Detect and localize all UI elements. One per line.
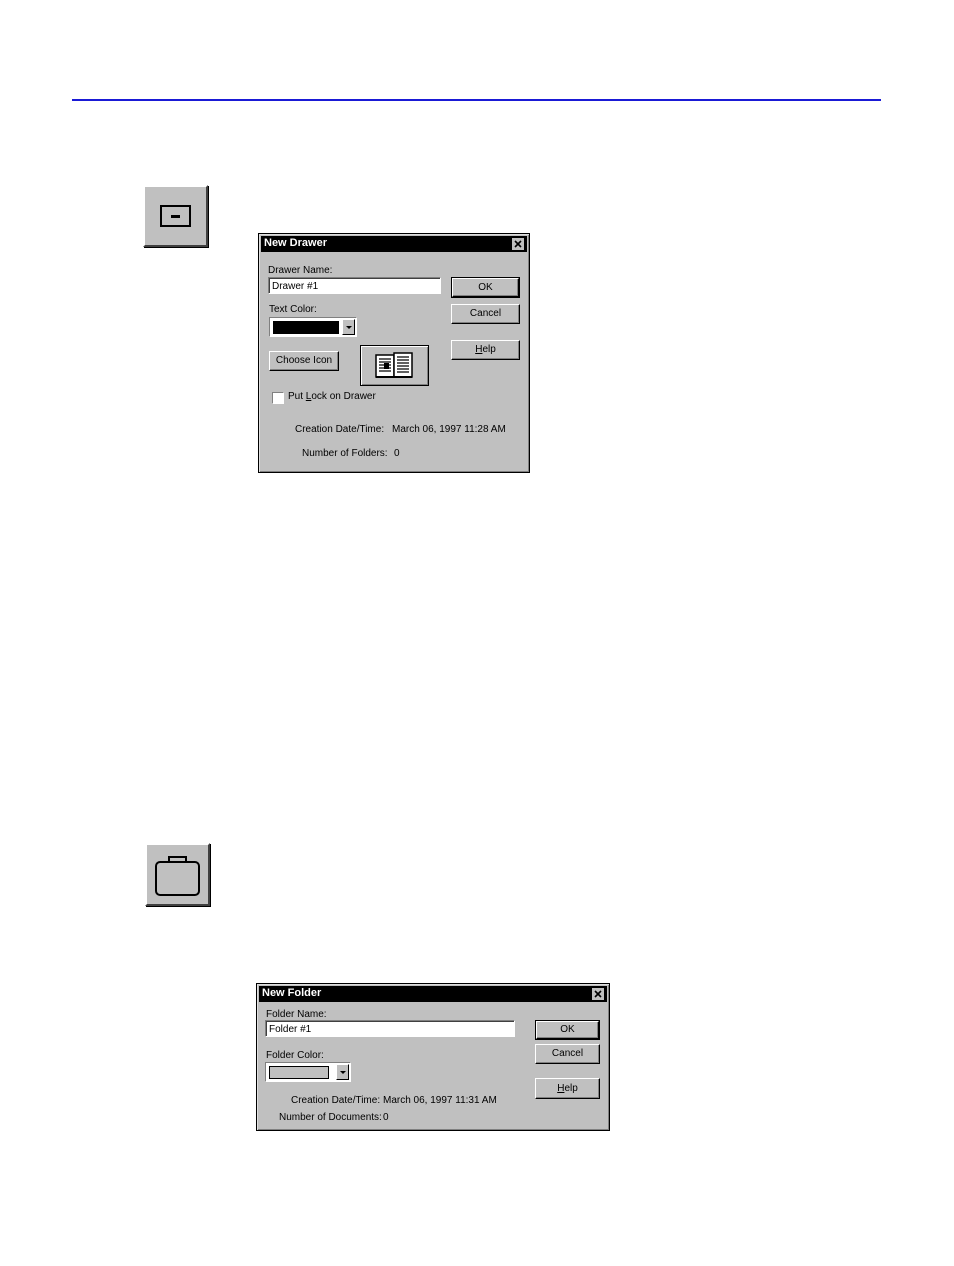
close-button[interactable] bbox=[591, 987, 605, 1001]
folder-color-label: Folder Color: bbox=[266, 1050, 324, 1061]
text-color-select[interactable] bbox=[269, 317, 357, 337]
folder-name-input[interactable]: Folder #1 bbox=[265, 1020, 515, 1037]
drawer-name-input[interactable]: Drawer #1 bbox=[268, 277, 441, 294]
header-rule bbox=[72, 99, 881, 101]
close-icon bbox=[514, 240, 522, 248]
folder-count-label: Number of Folders: bbox=[302, 448, 388, 459]
close-button[interactable] bbox=[511, 237, 525, 251]
document-count-value: 0 bbox=[383, 1112, 389, 1123]
creation-date-value: March 06, 1997 11:28 AM bbox=[392, 424, 506, 435]
folder-color-select[interactable] bbox=[265, 1062, 351, 1082]
help-button[interactable]: Help bbox=[451, 340, 520, 360]
new-drawer-dialog: New Drawer Drawer Name: Drawer #1 Text C… bbox=[258, 233, 530, 473]
help-button[interactable]: Help bbox=[535, 1078, 600, 1099]
dialog-titlebar: New Folder bbox=[259, 986, 607, 1002]
new-folder-dialog: New Folder Folder Name: Folder #1 Folder… bbox=[256, 983, 610, 1131]
close-icon bbox=[594, 990, 602, 998]
icon-preview bbox=[360, 345, 429, 386]
drawer-icon bbox=[160, 205, 191, 227]
documents-icon bbox=[375, 352, 413, 378]
cancel-button[interactable]: Cancel bbox=[535, 1044, 600, 1064]
dialog-title: New Drawer bbox=[264, 237, 327, 249]
dialog-title: New Folder bbox=[262, 987, 322, 999]
dialog-titlebar: New Drawer bbox=[261, 236, 527, 252]
folder-color-swatch bbox=[269, 1066, 329, 1079]
folder-name-label: Folder Name: bbox=[266, 1009, 327, 1020]
creation-date-value: March 06, 1997 11:31 AM bbox=[383, 1095, 497, 1106]
choose-icon-button[interactable]: Choose Icon bbox=[269, 351, 339, 371]
ok-button[interactable]: OK bbox=[451, 277, 520, 298]
chevron-down-icon[interactable] bbox=[336, 1064, 349, 1080]
document-count-label: Number of Documents: bbox=[279, 1112, 382, 1123]
drawer-name-label: Drawer Name: bbox=[268, 265, 333, 276]
creation-date-label: Creation Date/Time: bbox=[295, 424, 385, 435]
new-folder-button[interactable] bbox=[145, 843, 210, 906]
cancel-button[interactable]: Cancel bbox=[451, 304, 520, 324]
ok-button[interactable]: OK bbox=[535, 1020, 600, 1040]
chevron-down-icon[interactable] bbox=[342, 319, 355, 335]
creation-date-label: Creation Date/Time: bbox=[291, 1095, 381, 1106]
lock-label: Put Lock on Drawer bbox=[288, 391, 376, 402]
folder-icon bbox=[155, 856, 200, 896]
text-color-label: Text Color: bbox=[269, 304, 317, 315]
new-drawer-button[interactable] bbox=[143, 185, 208, 247]
folder-count-value: 0 bbox=[394, 448, 400, 459]
text-color-swatch bbox=[273, 321, 339, 334]
lock-checkbox[interactable] bbox=[272, 392, 284, 404]
